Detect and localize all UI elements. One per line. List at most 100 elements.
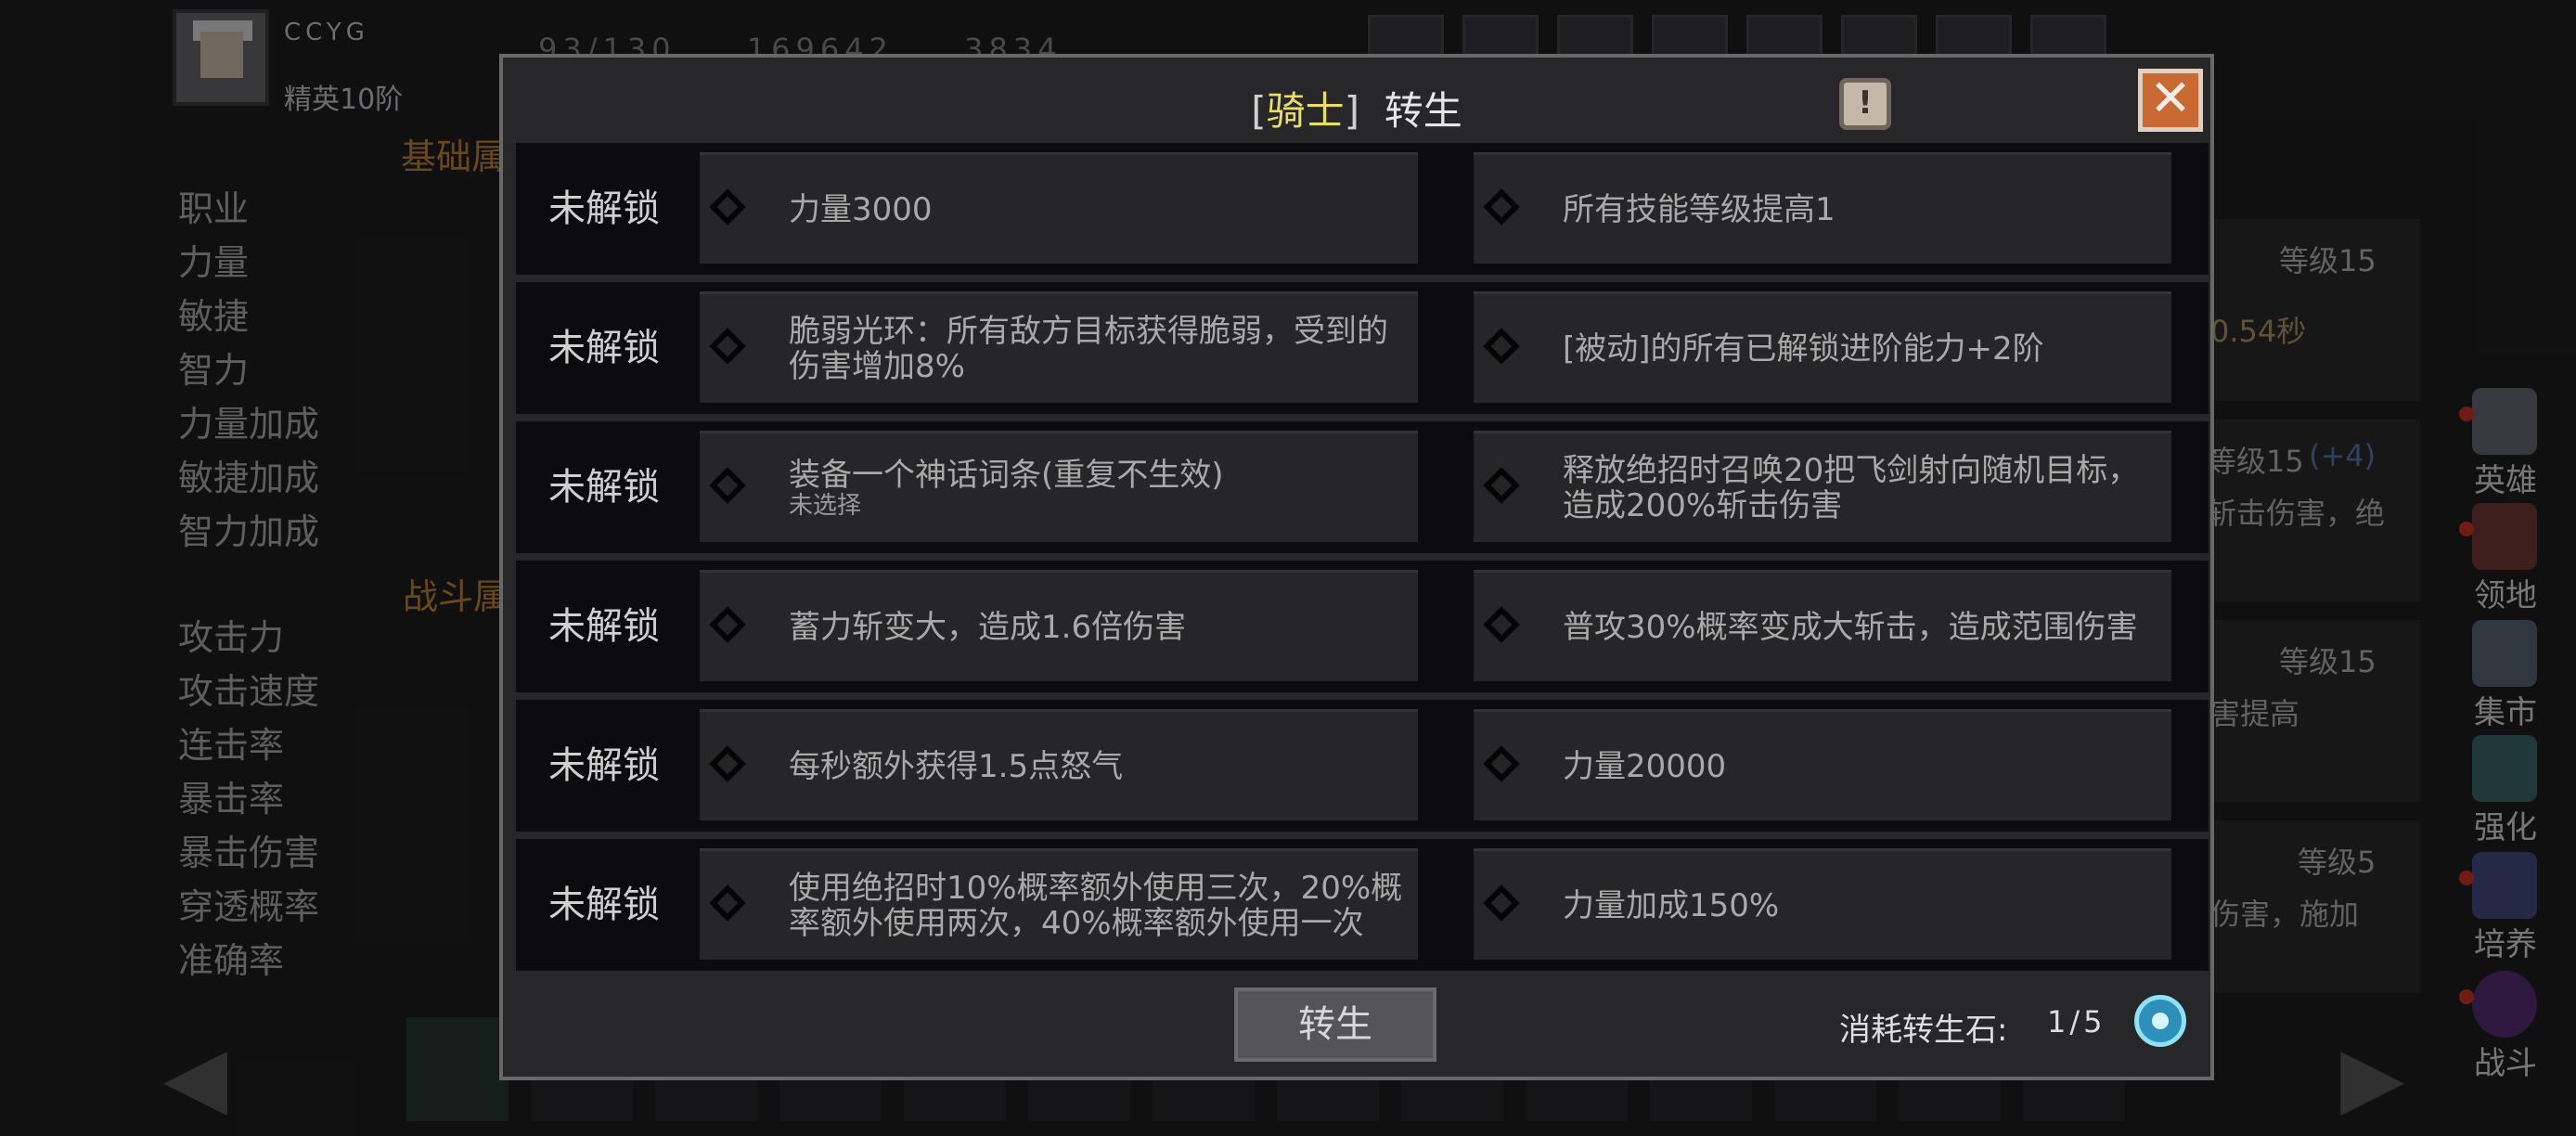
tier-option-left[interactable]: 脆弱光环：所有敌方目标获得脆弱，受到的伤害增加8%: [700, 291, 1418, 403]
cost-value: 1/5: [2047, 1004, 2106, 1039]
cultivate-icon: [2472, 852, 2537, 919]
option-text: 力量加成150%: [1563, 886, 1780, 924]
player-rank: 精英10阶: [284, 84, 404, 116]
tier-status: 未解锁: [548, 884, 660, 926]
tier-status: 未解锁: [548, 744, 660, 787]
skill-panel[interactable]: 等级15 害提高: [2205, 620, 2420, 802]
diamond-icon: [1483, 467, 1520, 504]
enhance-icon: [2472, 735, 2537, 802]
attr-crit-rate: 暴击率: [178, 779, 285, 820]
tier-option-left[interactable]: 使用绝招时10%概率额外使用三次，20%概率额外使用两次，40%概率额外使用一次: [700, 848, 1418, 960]
next-arrow-icon[interactable]: ▶: [2340, 1028, 2404, 1126]
hero-icon: [2472, 388, 2537, 455]
exclamation-icon[interactable]: !: [1839, 78, 1891, 130]
option-text: 每秒额外获得1.5点怒气: [789, 747, 1124, 785]
skill-level: 等级15: [2279, 243, 2376, 278]
tier-option-left[interactable]: 每秒额外获得1.5点怒气: [700, 709, 1418, 820]
skill-level: 等级15: [2207, 444, 2304, 479]
diamond-icon: [709, 467, 746, 504]
skill-panel[interactable]: 等级15 0.54秒: [2205, 219, 2420, 401]
attr-agility-bonus: 敏捷加成: [178, 458, 320, 498]
sidebar-label: 英雄: [2474, 462, 2537, 499]
sidebar-item-battle[interactable]: 战斗: [2450, 969, 2561, 1082]
skill-level: 等级5: [2298, 845, 2376, 880]
skill-desc: 害提高: [2210, 696, 2300, 731]
portal-icon: [2472, 971, 2537, 1038]
attr-intellect-bonus: 智力加成: [178, 511, 320, 552]
prev-arrow-icon[interactable]: ◀: [163, 1028, 227, 1126]
rebirth-tier-5: 未解锁 每秒额外获得1.5点怒气 力量20000: [516, 700, 2209, 832]
market-icon: [2472, 620, 2537, 687]
diamond-icon: [1483, 606, 1520, 643]
attr-attack: 攻击力: [178, 617, 285, 658]
sidebar-item-territory[interactable]: 领地: [2450, 501, 2561, 614]
sidebar-label: 强化: [2474, 809, 2537, 846]
sidebar-item-enhance[interactable]: 强化: [2450, 733, 2561, 846]
tier-option-right[interactable]: [被动]的所有已解锁进阶能力+2阶: [1474, 291, 2171, 403]
sidebar-item-cultivate[interactable]: 培养: [2450, 850, 2561, 963]
tier-option-right[interactable]: 所有技能等级提高1: [1474, 152, 2171, 264]
player-name: CCYG: [284, 19, 369, 46]
sidebar-label: 集市: [2474, 694, 2537, 731]
sidebar-label: 领地: [2474, 577, 2537, 614]
dialog-title: [骑士] 转生: [1251, 88, 1462, 134]
attr-strength: 力量: [178, 242, 250, 283]
title-text: 转生: [1384, 88, 1462, 134]
skill-panel[interactable]: 等级5 伤害，施加: [2205, 820, 2420, 993]
section-combat-attributes: 战斗属: [403, 576, 509, 617]
tier-option-right[interactable]: 力量20000: [1474, 709, 2171, 820]
sidebar-item-market[interactable]: 集市: [2450, 618, 2561, 731]
skill-bonus: (+4): [2309, 438, 2376, 473]
attr-penetration: 穿透概率: [178, 886, 320, 927]
avatar-face: [200, 32, 243, 78]
hero-slot[interactable]: [406, 1017, 509, 1121]
close-icon[interactable]: ✕: [2138, 69, 2203, 132]
cost-label: 消耗转生石:: [1839, 1012, 2008, 1049]
attr-strength-bonus: 力量加成: [178, 404, 320, 445]
skill-panel[interactable]: 等级15 (+4) 斩击伤害，绝: [2205, 420, 2420, 601]
tier-option-left[interactable]: 装备一个神话词条(重复不生效) 未选择: [700, 431, 1418, 542]
option-text: 所有技能等级提高1: [1563, 190, 1835, 228]
option-text: 力量20000: [1563, 747, 1727, 785]
option-subtext: 未选择: [789, 491, 862, 520]
attr-class: 职业: [178, 188, 250, 229]
rebirth-tier-3: 未解锁 装备一个神话词条(重复不生效) 未选择 释放绝招时召唤20把飞剑射向随机…: [516, 421, 2209, 553]
diamond-icon: [1483, 745, 1520, 782]
notification-dot: [2459, 407, 2474, 421]
rebirth-stone-icon: [2134, 995, 2186, 1047]
tier-status: 未解锁: [548, 466, 660, 509]
sidebar-item-hero[interactable]: 英雄: [2450, 386, 2561, 499]
player-avatar[interactable]: [173, 9, 269, 106]
diamond-icon: [709, 745, 746, 782]
diamond-icon: [709, 328, 746, 365]
tier-option-left[interactable]: 蓄力斩变大，造成1.6倍伤害: [700, 570, 1418, 681]
notification-dot: [2459, 989, 2474, 1004]
diamond-icon: [709, 884, 746, 922]
attribute-list: 职业 力量 敏捷 智力 力量加成 敏捷加成 智力加成 攻击力 攻击速度 连击率 …: [178, 182, 319, 988]
skill-level: 等级15: [2279, 644, 2376, 679]
rebirth-dialog: [骑士] 转生 ! ✕ 未解锁 力量3000 所有技能等级提高1 未解锁 脆弱光…: [499, 54, 2214, 1080]
option-text: 装备一个神话词条(重复不生效): [789, 456, 1224, 494]
rebirth-tier-1: 未解锁 力量3000 所有技能等级提高1: [516, 143, 2209, 275]
tier-option-left[interactable]: 力量3000: [700, 152, 1418, 264]
skill-desc: 斩击伤害，绝: [2207, 496, 2386, 531]
rebirth-tier-4: 未解锁 蓄力斩变大，造成1.6倍伤害 普攻30%概率变成大斩击，造成范围伤害: [516, 561, 2209, 692]
option-text: 脆弱光环：所有敌方目标获得脆弱，受到的伤害增加8%: [789, 312, 1388, 385]
diamond-icon: [709, 606, 746, 643]
diamond-icon: [1483, 188, 1520, 226]
option-text: [被动]的所有已解锁进阶能力+2阶: [1563, 329, 2044, 368]
tier-option-right[interactable]: 力量加成150%: [1474, 848, 2171, 960]
tier-option-right[interactable]: 普攻30%概率变成大斩击，造成范围伤害: [1474, 570, 2171, 681]
section-base-attributes: 基础属: [401, 136, 508, 177]
tier-status: 未解锁: [548, 327, 660, 369]
tier-option-right[interactable]: 释放绝招时召唤20把飞剑射向随机目标，造成200%斩击伤害: [1474, 431, 2171, 542]
diamond-icon: [1483, 328, 1520, 365]
option-text: 蓄力斩变大，造成1.6倍伤害: [789, 608, 1187, 646]
attr-agility: 敏捷: [178, 296, 250, 337]
rebirth-button[interactable]: 转生: [1234, 988, 1436, 1062]
tier-status: 未解锁: [548, 605, 660, 648]
sidebar-label: 培养: [2474, 926, 2537, 963]
sidebar-label: 战斗: [2474, 1045, 2537, 1082]
skill-desc: 0.54秒: [2210, 314, 2307, 349]
diamond-icon: [709, 188, 746, 226]
